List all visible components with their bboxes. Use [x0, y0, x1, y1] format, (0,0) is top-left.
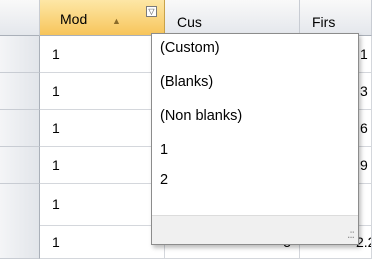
cell-value: 6	[360, 120, 368, 136]
cell-value: 1	[52, 196, 60, 212]
cell-mod[interactable]: 1	[40, 110, 165, 147]
column-header-first[interactable]: Firs	[300, 0, 372, 36]
column-header-label: Cus	[177, 14, 202, 30]
cell-value: 1	[52, 234, 60, 250]
cell-mod[interactable]: 1	[40, 36, 165, 73]
column-header-cus[interactable]: Cus	[165, 0, 300, 36]
cell-value: 1	[52, 46, 60, 62]
row-header[interactable]	[0, 73, 40, 110]
cell-value: 3	[360, 83, 368, 99]
resize-grip-icon[interactable]: .::	[347, 227, 355, 241]
cell-value: 1	[360, 46, 368, 62]
column-header-label: Firs	[312, 14, 336, 30]
row-header[interactable]	[0, 110, 40, 147]
cell-mod[interactable]: 1	[40, 226, 165, 259]
row-header[interactable]	[0, 147, 40, 184]
filter-dropdown-icon[interactable]: ▽	[146, 6, 157, 17]
row-header[interactable]	[0, 184, 40, 259]
cell-value: 9	[360, 157, 368, 173]
cell-value: 1	[52, 120, 60, 136]
cell-mod[interactable]: 1	[40, 184, 165, 226]
cell-mod[interactable]: 1	[40, 147, 165, 184]
filter-option-non-blanks[interactable]: (Non blanks)	[160, 108, 242, 124]
column-header-label: Mod	[60, 11, 88, 27]
cell-mod[interactable]: 1	[40, 73, 165, 110]
filter-popup: (Custom) (Blanks) (Non blanks) 1 2 .::	[151, 33, 359, 245]
cell-value: 1	[52, 83, 60, 99]
grid-corner[interactable]	[0, 0, 40, 36]
filter-option-blanks[interactable]: (Blanks)	[160, 74, 213, 90]
sort-ascending-icon: ▲	[112, 16, 121, 26]
row-header[interactable]	[0, 36, 40, 73]
filter-option-1[interactable]: 1	[160, 142, 168, 158]
column-header-mod[interactable]: Mod ▲ ▽	[40, 0, 165, 36]
filter-option-2[interactable]: 2	[160, 172, 168, 188]
filter-popup-footer: .::	[152, 215, 358, 244]
filter-option-custom[interactable]: (Custom)	[160, 40, 220, 56]
cell-value: 1	[52, 157, 60, 173]
